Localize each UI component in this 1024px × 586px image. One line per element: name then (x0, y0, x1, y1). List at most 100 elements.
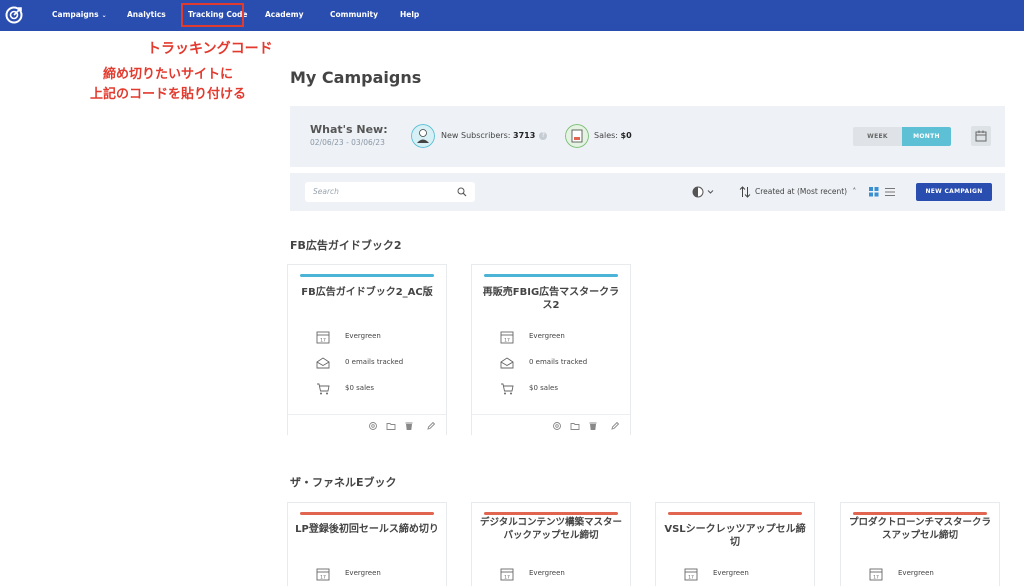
campaign-card[interactable]: VSLシークレッツアップセル締切 17 Evergreen (655, 502, 815, 586)
campaign-sales: $0 sales (529, 384, 558, 392)
campaign-type: Evergreen (345, 332, 381, 340)
card-accent-bar (300, 512, 434, 515)
emails-tracked: 0 emails tracked (345, 358, 404, 366)
campaign-card[interactable]: FB広告ガイドブック2_AC版 17 Evergreen 0 emails tr… (287, 264, 447, 435)
sort-dropdown[interactable]: Created at (Most recent) ˄ (755, 187, 856, 196)
envelope-icon (316, 357, 330, 369)
campaign-toolbar: Search Created at (Most recent) ˄ NEW CA… (290, 173, 1005, 211)
info-icon[interactable]: ? (539, 131, 548, 140)
group-title: ザ・ファネルEブック (290, 476, 397, 489)
envelope-icon (500, 357, 514, 369)
campaign-title[interactable]: 再販売FBIG広告マスタークラス2 (478, 286, 624, 312)
calendar-icon: 17 (684, 568, 698, 581)
chevron-up-icon: ˄ (852, 187, 857, 196)
nav-campaigns[interactable]: Campaigns ⌄ (52, 0, 107, 31)
chevron-down-icon: ⌄ (101, 12, 107, 19)
sales-icon (565, 124, 589, 148)
campaign-card[interactable]: プロダクトローンチマスタークラスアップセル締切 17 Evergreen (840, 502, 1000, 586)
list-view-icon[interactable] (885, 187, 895, 197)
period-toggle: WEEK MONTH (853, 127, 951, 146)
campaign-type: Evergreen (713, 569, 749, 577)
nav-help[interactable]: Help (400, 0, 419, 31)
edit-icon[interactable] (426, 421, 436, 431)
campaign-title[interactable]: デジタルコンテンツ構築マスターパックアップセル締切 (478, 517, 624, 542)
whats-new-title: What's New: (310, 123, 388, 136)
month-button[interactable]: MONTH (902, 127, 951, 146)
card-accent-bar (300, 274, 434, 277)
nav-community[interactable]: Community (330, 0, 378, 31)
svg-text:17: 17 (873, 575, 879, 581)
edit-icon[interactable] (610, 421, 620, 431)
trash-icon[interactable] (404, 421, 414, 431)
calendar-icon: 17 (500, 568, 514, 581)
calendar-icon (975, 130, 987, 142)
annotation-instruction: 締め切りたいサイトに 上記のコードを貼り付ける (70, 65, 266, 105)
campaign-title[interactable]: LP登録後初回セールス締め切り (294, 523, 440, 536)
campaign-title[interactable]: FB広告ガイドブック2_AC版 (294, 286, 440, 299)
campaign-type: Evergreen (529, 332, 565, 340)
folder-icon[interactable] (386, 421, 396, 431)
new-subscribers-label: New Subscribers: (441, 131, 511, 140)
page-title: My Campaigns (290, 68, 422, 87)
subscriber-avatar-icon (411, 124, 435, 148)
settings-icon[interactable] (552, 421, 562, 431)
annotation-tracking-code: トラッキングコード (147, 41, 273, 57)
campaign-type: Evergreen (898, 569, 934, 577)
cart-icon (501, 383, 514, 395)
campaign-sales: $0 sales (345, 384, 374, 392)
date-picker-button[interactable] (971, 126, 991, 146)
card-actions (472, 414, 630, 436)
whats-new-panel: What's New: 02/06/23 - 03/06/23 New Subs… (290, 106, 1005, 167)
week-button[interactable]: WEEK (853, 127, 902, 146)
sales-value: $0 (620, 131, 632, 140)
campaign-type: Evergreen (345, 569, 381, 577)
trash-icon[interactable] (588, 421, 598, 431)
new-campaign-button[interactable]: NEW CAMPAIGN (916, 183, 992, 201)
calendar-icon: 17 (316, 568, 330, 581)
search-placeholder: Search (313, 187, 339, 196)
annotation-line-1: 締め切りたいサイトに (102, 67, 233, 82)
search-input[interactable]: Search (305, 182, 475, 202)
svg-text:17: 17 (504, 338, 510, 344)
new-subscribers-stat: New Subscribers: 3713? (441, 131, 548, 140)
search-icon[interactable] (457, 187, 467, 197)
tracking-code-highlight (181, 3, 244, 27)
cart-icon (317, 383, 330, 395)
color-filter-dropdown[interactable] (692, 186, 716, 198)
svg-text:17: 17 (504, 575, 510, 581)
card-accent-bar (484, 274, 618, 277)
app-logo-icon[interactable] (4, 5, 24, 25)
group-title: FB広告ガイドブック2 (290, 239, 402, 252)
calendar-icon: 17 (500, 331, 514, 344)
campaign-card[interactable]: LP登録後初回セールス締め切り 17 Evergreen (287, 502, 447, 586)
card-accent-bar (668, 512, 802, 515)
calendar-icon: 17 (316, 331, 330, 344)
nav-campaigns-label: Campaigns (52, 10, 99, 19)
campaign-type: Evergreen (529, 569, 565, 577)
campaign-card[interactable]: デジタルコンテンツ構築マスターパックアップセル締切 17 Evergreen (471, 502, 631, 586)
annotation-line-2: 上記のコードを貼り付ける (89, 87, 246, 102)
svg-text:17: 17 (688, 575, 694, 581)
campaign-title[interactable]: プロダクトローンチマスタークラスアップセル締切 (847, 517, 993, 542)
card-actions (288, 414, 446, 436)
svg-text:17: 17 (320, 338, 326, 344)
sales-label: Sales: (594, 131, 618, 140)
svg-text:17: 17 (320, 575, 326, 581)
sort-label: Created at (Most recent) (755, 187, 848, 196)
nav-analytics[interactable]: Analytics (127, 0, 166, 31)
folder-icon[interactable] (570, 421, 580, 431)
nav-academy[interactable]: Academy (265, 0, 303, 31)
calendar-icon: 17 (869, 568, 883, 581)
sort-icon[interactable] (739, 186, 751, 198)
new-subscribers-value: 3713 (513, 131, 536, 140)
settings-icon[interactable] (368, 421, 378, 431)
campaign-card[interactable]: 再販売FBIG広告マスタークラス2 17 Evergreen 0 emails … (471, 264, 631, 435)
emails-tracked: 0 emails tracked (529, 358, 588, 366)
campaign-title[interactable]: VSLシークレッツアップセル締切 (662, 523, 808, 549)
whats-new-date-range: 02/06/23 - 03/06/23 (310, 138, 385, 147)
grid-view-icon[interactable] (869, 187, 879, 197)
top-nav-bar: Campaigns ⌄ Analytics Tracking Code Acade… (0, 0, 1024, 31)
card-accent-bar (484, 512, 618, 515)
sales-stat: Sales: $0 (594, 131, 632, 140)
card-accent-bar (853, 512, 987, 515)
